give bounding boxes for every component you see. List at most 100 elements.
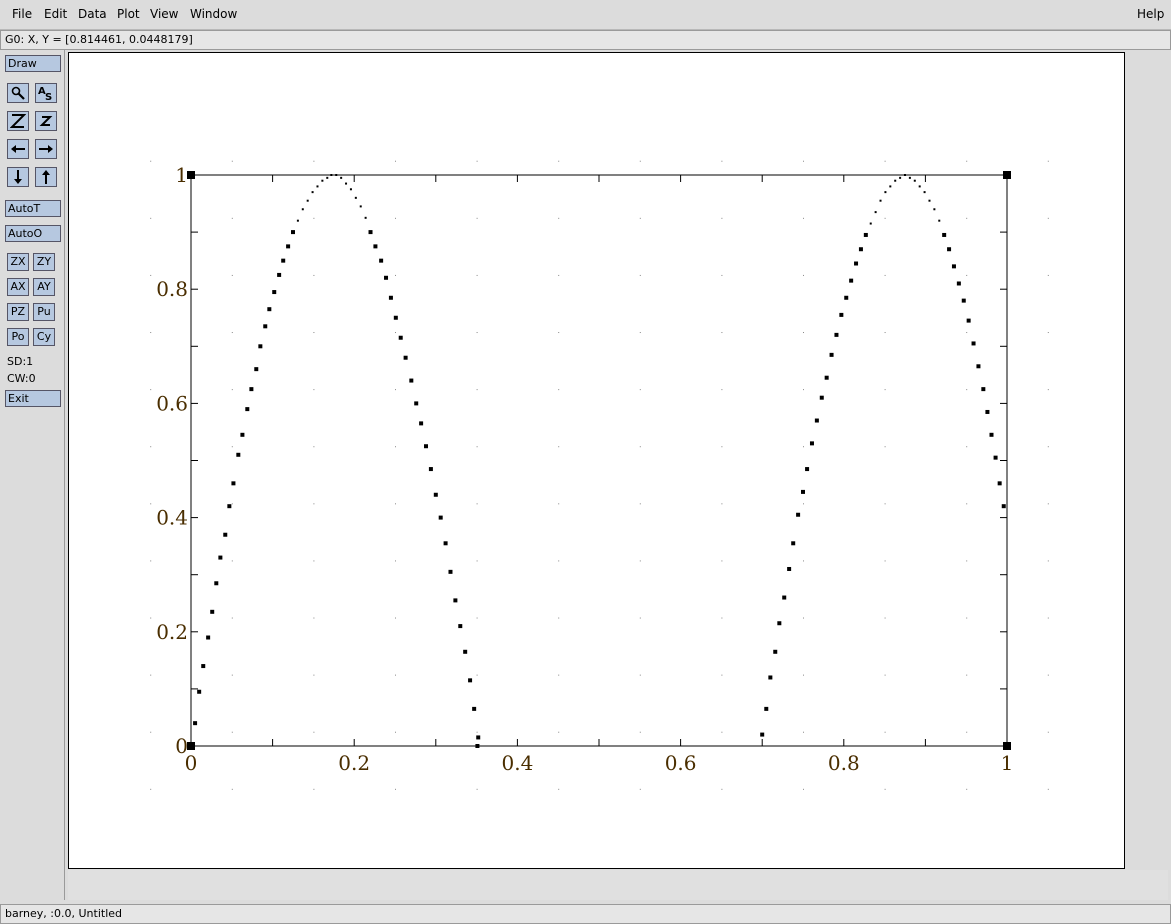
data-point (403, 355, 408, 360)
grid-dot (803, 560, 804, 562)
zy-button[interactable]: ZY (33, 253, 55, 271)
plot-canvas[interactable]: 0 0.2 0.4 0.6 0.8 1 0 0.2 0.4 0.6 0.8 1 (68, 52, 1125, 869)
grid-dot (313, 788, 315, 790)
grid-dot (1047, 617, 1049, 619)
grid-dot (395, 617, 396, 619)
autoscale-text-button[interactable]: AS (35, 83, 57, 103)
auto-o-button[interactable]: AutoO (5, 225, 61, 242)
data-point (236, 452, 241, 457)
data-point (258, 344, 263, 349)
data-point (839, 312, 844, 317)
data-point (849, 278, 854, 283)
auto-t-button[interactable]: AutoT (5, 200, 61, 217)
grid-dot (231, 160, 233, 162)
ax-button[interactable]: AX (7, 278, 29, 296)
data-point (966, 318, 971, 323)
draw-button[interactable]: Draw (5, 55, 61, 72)
grid-dot (966, 217, 968, 219)
po-button[interactable]: Po (7, 328, 29, 346)
pz-button[interactable]: PZ (7, 303, 29, 321)
data-point (218, 555, 223, 560)
pu-button[interactable]: Pu (33, 303, 55, 321)
grid-dot (884, 560, 886, 562)
grid-dot (966, 274, 968, 276)
grid-dot (803, 617, 804, 619)
grid-dot (1047, 389, 1049, 391)
grid-dot (313, 389, 315, 391)
grid-dot (721, 446, 723, 448)
exit-button[interactable]: Exit (5, 390, 61, 407)
grid-dot (639, 274, 641, 276)
data-point (424, 444, 429, 449)
grid-dot (395, 332, 396, 334)
grid-dot (558, 446, 560, 448)
data-point (267, 307, 272, 312)
menu-file[interactable]: File (12, 7, 32, 21)
data-point (379, 258, 384, 263)
data-point (938, 219, 941, 222)
grid-dot (1047, 560, 1049, 562)
grid-dot (558, 332, 560, 334)
data-point (193, 721, 198, 726)
status-bar: barney, :0.0, Untitled (0, 904, 1171, 924)
data-point (768, 675, 773, 680)
data-point (889, 185, 892, 188)
grid-dot (721, 160, 723, 162)
grid-dot (966, 560, 968, 562)
data-point (824, 375, 829, 380)
grid-dot (150, 617, 152, 619)
cy-button[interactable]: Cy (33, 328, 55, 346)
zoom-in-button[interactable] (7, 111, 29, 131)
data-point (373, 244, 378, 249)
grid-dot (1047, 731, 1049, 733)
grid-dot (150, 446, 152, 448)
grid-dot (476, 560, 478, 562)
grid-dot (803, 332, 804, 334)
plot-frame (190, 174, 1008, 747)
menu-data[interactable]: Data (78, 7, 107, 21)
menu-help[interactable]: Help (1137, 7, 1164, 21)
grid-dot (476, 332, 478, 334)
grid-dot (476, 217, 478, 219)
data-point (463, 649, 468, 654)
menu-edit[interactable]: Edit (44, 7, 67, 21)
data-point (428, 467, 433, 472)
data-point (947, 247, 952, 252)
menu-plot[interactable]: Plot (117, 7, 140, 21)
pan-up-button[interactable] (35, 167, 57, 187)
x-tick-label: 1 (1001, 751, 1014, 775)
data-point (214, 581, 219, 586)
grid-dot (966, 446, 968, 448)
grid-dot (476, 160, 478, 162)
data-point (985, 409, 990, 414)
data-point (254, 367, 259, 372)
grid-dot (313, 217, 315, 219)
pan-down-button[interactable] (7, 167, 29, 187)
grid-dot (803, 217, 804, 219)
zoom-out-button[interactable] (35, 111, 57, 131)
pan-right-button[interactable] (35, 139, 57, 159)
grid-dot (721, 617, 723, 619)
data-point (249, 387, 254, 392)
scatter-chart[interactable]: 0 0.2 0.4 0.6 0.8 100.20.40.60.81 (69, 53, 1124, 868)
data-point (349, 188, 352, 191)
data-point (961, 298, 966, 303)
pan-left-button[interactable] (7, 139, 29, 159)
data-point (476, 735, 481, 740)
data-point (782, 595, 787, 600)
grid-dot (966, 617, 968, 619)
zx-button[interactable]: ZX (7, 253, 29, 271)
menu-view[interactable]: View (150, 7, 178, 21)
data-point (368, 230, 373, 235)
data-point (227, 504, 232, 509)
grid-dot (150, 274, 152, 276)
grid-dot (1047, 503, 1049, 505)
data-point (787, 566, 792, 571)
grid-dot (721, 788, 723, 790)
ay-button[interactable]: AY (33, 278, 55, 296)
grid-dot (803, 788, 804, 790)
data-point (801, 489, 805, 494)
grid-dot (476, 446, 478, 448)
menu-window[interactable]: Window (190, 7, 237, 21)
zoom-magnify-button[interactable] (7, 83, 29, 103)
